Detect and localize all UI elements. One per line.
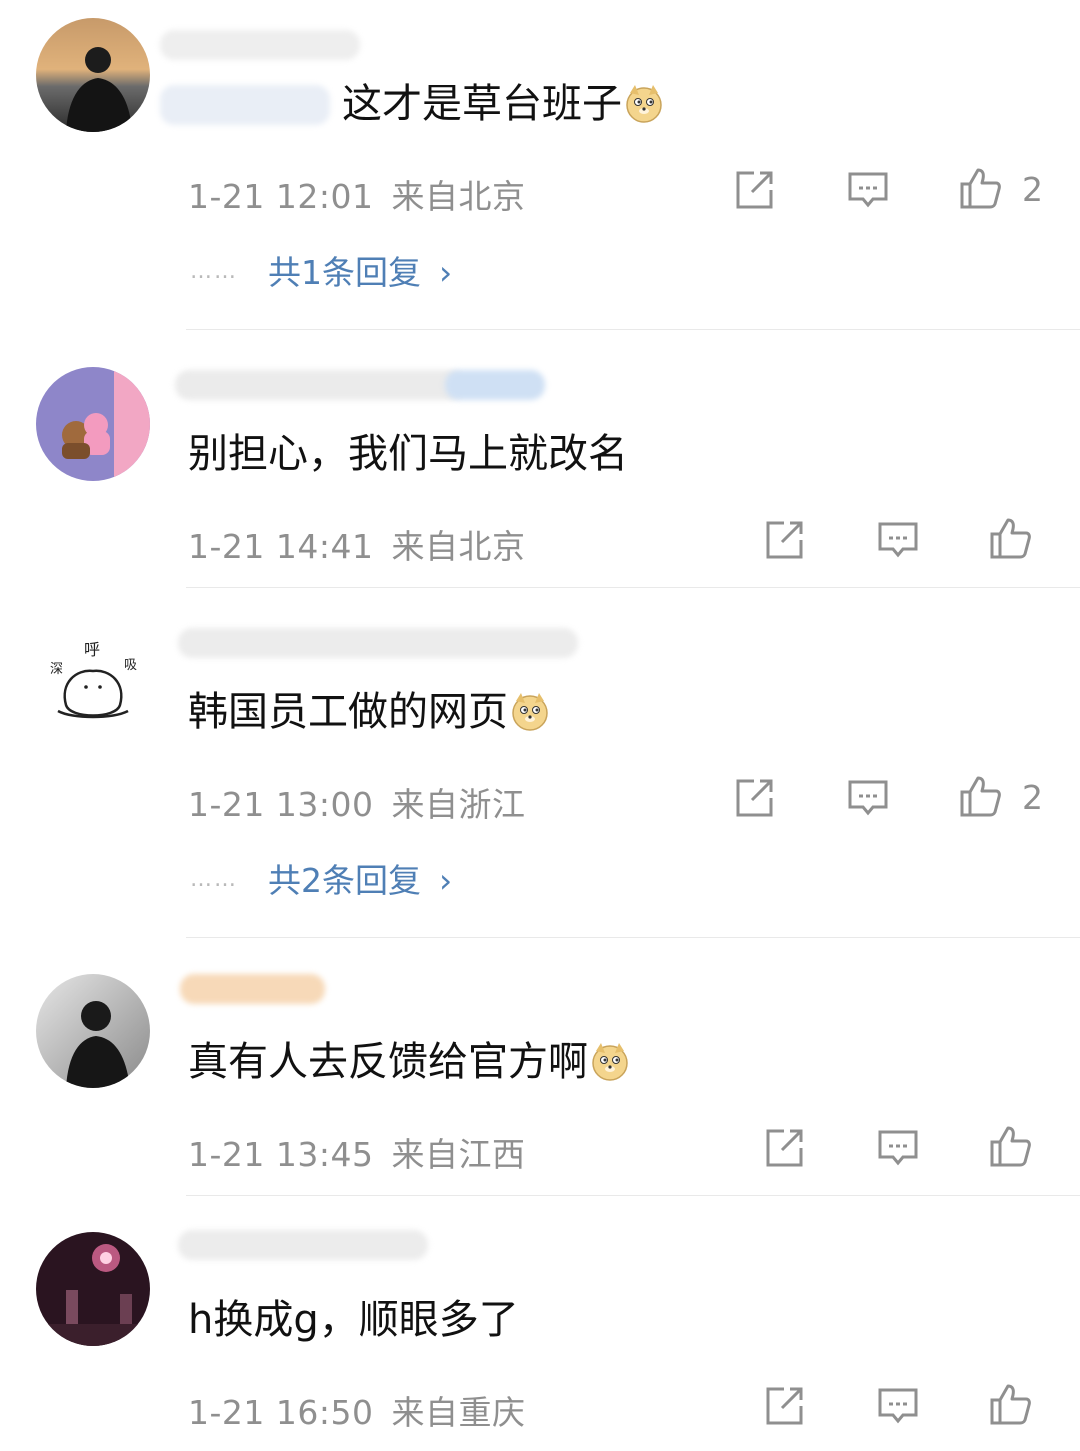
timestamp: 1-21 12:01 <box>188 177 374 216</box>
reply-dots: …… <box>190 867 238 892</box>
comment-text: 韩国员工做的网页 <box>188 688 550 736</box>
thumbs-up-icon <box>960 168 1001 209</box>
username-blurred[interactable] <box>180 974 325 1004</box>
comment-icon <box>878 522 918 558</box>
like-button[interactable] <box>988 1382 1032 1426</box>
comment-text: 这才是草台班子 <box>342 80 664 128</box>
location: 来自重庆 <box>391 1393 526 1432</box>
doge-emoji <box>626 85 662 123</box>
location: 来自北京 <box>391 177 526 216</box>
comment-icon <box>878 1130 918 1166</box>
thumbs-up-icon <box>990 1384 1031 1425</box>
comment-item: h换成g，顺眼多了 1-21 16:50 来自重庆 <box>0 1196 1080 1451</box>
location: 来自浙江 <box>391 785 526 824</box>
svg-text:深: 深 <box>50 662 63 677</box>
thumbs-up-icon <box>990 1126 1031 1167</box>
reply-dots: …… <box>190 259 238 284</box>
timestamp: 1-21 14:41 <box>188 527 374 566</box>
location: 来自北京 <box>391 527 526 566</box>
share-icon <box>766 1387 803 1425</box>
avatar[interactable] <box>36 367 150 481</box>
comment-text: 真有人去反馈给官方啊 <box>188 1038 630 1086</box>
avatar[interactable] <box>36 974 150 1088</box>
like-count: 2 <box>1022 778 1043 817</box>
comment-text: 别担心，我们马上就改名 <box>188 431 628 477</box>
comment-meta: 1-21 12:01 来自北京 <box>188 170 544 218</box>
comment-meta: 1-21 14:41 来自北京 <box>188 520 544 568</box>
comment-item: 真有人去反馈给官方啊 1-21 13:45 来自江西 <box>0 938 1080 1195</box>
share-icon <box>766 1129 803 1167</box>
share-button[interactable] <box>732 168 776 212</box>
comment-button[interactable] <box>876 1384 920 1428</box>
timestamp: 1-21 13:00 <box>188 785 374 824</box>
timestamp: 1-21 13:45 <box>188 1135 374 1174</box>
timestamp: 1-21 16:50 <box>188 1393 374 1432</box>
comment-button[interactable] <box>846 776 890 820</box>
comment-button[interactable] <box>846 168 890 212</box>
doge-emoji <box>512 693 548 731</box>
share-button[interactable] <box>762 1126 806 1170</box>
svg-text:吸: 吸 <box>124 658 137 673</box>
comment-icon <box>878 1388 918 1424</box>
comment-button[interactable] <box>876 518 920 562</box>
avatar[interactable] <box>36 1232 150 1346</box>
comment-item: 这才是草台班子 1-21 12:01 来自北京 2 …… 共1条回复 › <box>0 0 1080 330</box>
like-count: 2 <box>1022 170 1043 209</box>
chevron-right-icon: › <box>439 253 453 292</box>
svg-text:呼: 呼 <box>84 640 100 659</box>
like-button[interactable] <box>988 516 1032 560</box>
vip-badge-blurred <box>445 370 545 400</box>
like-button[interactable] <box>958 774 1002 818</box>
username-blurred[interactable] <box>160 30 360 60</box>
reply-count: 共2条回复 <box>268 861 421 900</box>
comment-icon <box>848 780 888 816</box>
share-button[interactable] <box>732 776 776 820</box>
username-blurred[interactable] <box>178 628 578 658</box>
comment-icon <box>848 172 888 208</box>
like-button[interactable] <box>988 1124 1032 1168</box>
comment-meta: 1-21 16:50 来自重庆 <box>188 1386 544 1434</box>
share-icon <box>766 521 803 559</box>
username-blurred <box>160 85 330 125</box>
username-blurred[interactable] <box>175 370 465 400</box>
doge-emoji <box>592 1043 628 1081</box>
thumbs-up-icon <box>960 776 1001 817</box>
like-button[interactable] <box>958 166 1002 210</box>
view-replies-link[interactable]: …… 共1条回复 › <box>190 246 452 294</box>
comment-meta: 1-21 13:45 来自江西 <box>188 1128 544 1176</box>
comment-text: h换成g，顺眼多了 <box>188 1297 519 1343</box>
location: 来自江西 <box>391 1135 526 1174</box>
comment-button[interactable] <box>876 1126 920 1170</box>
share-icon <box>736 171 773 209</box>
chevron-right-icon: › <box>439 861 453 900</box>
share-icon <box>736 779 773 817</box>
view-replies-link[interactable]: …… 共2条回复 › <box>190 854 452 902</box>
share-button[interactable] <box>762 1384 806 1428</box>
thumbs-up-icon <box>990 518 1031 559</box>
comment-meta: 1-21 13:00 来自浙江 <box>188 778 544 826</box>
share-button[interactable] <box>762 518 806 562</box>
avatar[interactable] <box>36 18 150 132</box>
username-blurred[interactable] <box>178 1230 428 1260</box>
comment-item: 别担心，我们马上就改名 1-21 14:41 来自北京 <box>0 330 1080 588</box>
avatar[interactable]: 呼 深 吸 <box>36 625 150 739</box>
reply-count: 共1条回复 <box>268 253 421 292</box>
comment-item: 呼 深 吸 韩国员工做的网页 1-21 13:00 来自浙江 2 …… 共2条回复 › <box>0 588 1080 938</box>
